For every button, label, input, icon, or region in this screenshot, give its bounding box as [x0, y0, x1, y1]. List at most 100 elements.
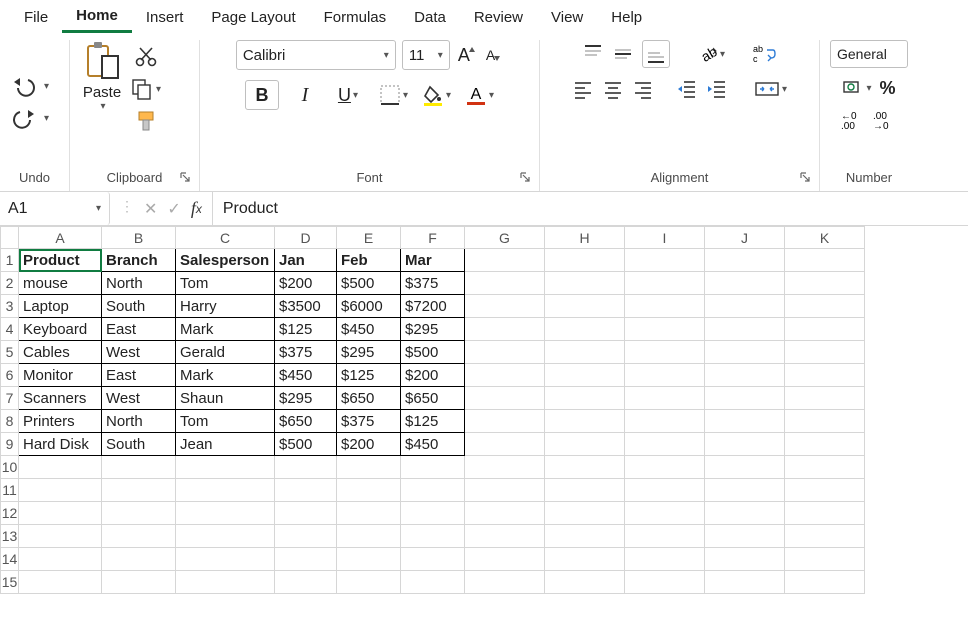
- cell-K1[interactable]: [785, 249, 865, 272]
- cell-B13[interactable]: [102, 525, 176, 548]
- cell-D7[interactable]: $295: [275, 387, 337, 410]
- col-header-I[interactable]: I: [625, 227, 705, 249]
- tab-insert[interactable]: Insert: [132, 5, 198, 32]
- col-header-E[interactable]: E: [337, 227, 401, 249]
- cell-D12[interactable]: [275, 502, 337, 525]
- cell-J4[interactable]: [705, 318, 785, 341]
- format-painter-button[interactable]: [130, 110, 161, 132]
- cell-I8[interactable]: [625, 410, 705, 433]
- increase-indent-button[interactable]: [706, 78, 728, 100]
- cell-C15[interactable]: [176, 571, 275, 594]
- cell-C6[interactable]: Mark: [176, 364, 275, 387]
- cell-I1[interactable]: [625, 249, 705, 272]
- cell-A7[interactable]: Scanners: [19, 387, 102, 410]
- cell-C2[interactable]: Tom: [176, 272, 275, 295]
- row-header-15[interactable]: 15: [1, 571, 19, 594]
- cell-F8[interactable]: $125: [401, 410, 465, 433]
- col-header-B[interactable]: B: [102, 227, 176, 249]
- cell-B4[interactable]: East: [102, 318, 176, 341]
- cell-A5[interactable]: Cables: [19, 341, 102, 364]
- cell-H1[interactable]: [545, 249, 625, 272]
- cell-D13[interactable]: [275, 525, 337, 548]
- tab-view[interactable]: View: [537, 5, 597, 32]
- row-header-14[interactable]: 14: [1, 548, 19, 571]
- row-header-13[interactable]: 13: [1, 525, 19, 548]
- tab-review[interactable]: Review: [460, 5, 537, 32]
- cell-G2[interactable]: [465, 272, 545, 295]
- cell-I13[interactable]: [625, 525, 705, 548]
- cell-G4[interactable]: [465, 318, 545, 341]
- cell-E11[interactable]: [337, 479, 401, 502]
- tab-data[interactable]: Data: [400, 5, 460, 32]
- cell-J8[interactable]: [705, 410, 785, 433]
- cell-D9[interactable]: $500: [275, 433, 337, 456]
- cell-E14[interactable]: [337, 548, 401, 571]
- cell-K13[interactable]: [785, 525, 865, 548]
- cell-K5[interactable]: [785, 341, 865, 364]
- cell-I14[interactable]: [625, 548, 705, 571]
- cell-J11[interactable]: [705, 479, 785, 502]
- cell-B3[interactable]: South: [102, 295, 176, 318]
- cell-C3[interactable]: Harry: [176, 295, 275, 318]
- cell-A12[interactable]: [19, 502, 102, 525]
- cell-H8[interactable]: [545, 410, 625, 433]
- cell-K6[interactable]: [785, 364, 865, 387]
- cell-B2[interactable]: North: [102, 272, 176, 295]
- name-box[interactable]: A1▾: [0, 192, 110, 225]
- cell-I11[interactable]: [625, 479, 705, 502]
- cell-G14[interactable]: [465, 548, 545, 571]
- cell-I12[interactable]: [625, 502, 705, 525]
- paste-dropdown[interactable]: ▾: [98, 101, 105, 112]
- cell-F4[interactable]: $295: [401, 318, 465, 341]
- orientation-button[interactable]: ab▾: [696, 43, 725, 65]
- cell-G9[interactable]: [465, 433, 545, 456]
- cell-H14[interactable]: [545, 548, 625, 571]
- col-header-G[interactable]: G: [465, 227, 545, 249]
- cell-F15[interactable]: [401, 571, 465, 594]
- cell-J3[interactable]: [705, 295, 785, 318]
- clipboard-launcher[interactable]: [177, 169, 193, 185]
- col-header-F[interactable]: F: [401, 227, 465, 249]
- cell-E15[interactable]: [337, 571, 401, 594]
- cell-C7[interactable]: Shaun: [176, 387, 275, 410]
- cell-C1[interactable]: Salesperson: [176, 249, 275, 272]
- cell-C8[interactable]: Tom: [176, 410, 275, 433]
- row-header-1[interactable]: 1: [1, 249, 19, 272]
- cell-G5[interactable]: [465, 341, 545, 364]
- cell-J10[interactable]: [705, 456, 785, 479]
- cell-H10[interactable]: [545, 456, 625, 479]
- cell-C5[interactable]: Gerald: [176, 341, 275, 364]
- col-header-H[interactable]: H: [545, 227, 625, 249]
- row-header-10[interactable]: 10: [1, 456, 19, 479]
- row-header-4[interactable]: 4: [1, 318, 19, 341]
- cell-G11[interactable]: [465, 479, 545, 502]
- cell-C14[interactable]: [176, 548, 275, 571]
- cell-D4[interactable]: $125: [275, 318, 337, 341]
- font-size-select[interactable]: 11▾: [402, 40, 450, 70]
- cell-B6[interactable]: East: [102, 364, 176, 387]
- enter-formula-button[interactable]: ✓: [167, 198, 180, 219]
- cell-E5[interactable]: $295: [337, 341, 401, 364]
- cell-K7[interactable]: [785, 387, 865, 410]
- cell-G13[interactable]: [465, 525, 545, 548]
- cell-K9[interactable]: [785, 433, 865, 456]
- cell-K3[interactable]: [785, 295, 865, 318]
- cell-F3[interactable]: $7200: [401, 295, 465, 318]
- paste-button[interactable]: [80, 40, 124, 84]
- cell-F9[interactable]: $450: [401, 433, 465, 456]
- row-header-11[interactable]: 11: [1, 479, 19, 502]
- cell-E6[interactable]: $125: [337, 364, 401, 387]
- cell-F5[interactable]: $500: [401, 341, 465, 364]
- cell-H4[interactable]: [545, 318, 625, 341]
- cell-E10[interactable]: [337, 456, 401, 479]
- cell-G6[interactable]: [465, 364, 545, 387]
- cell-H3[interactable]: [545, 295, 625, 318]
- col-header-K[interactable]: K: [785, 227, 865, 249]
- cell-D3[interactable]: $3500: [275, 295, 337, 318]
- cell-E1[interactable]: Feb: [337, 249, 401, 272]
- increase-font-button[interactable]: A: [456, 43, 478, 68]
- cell-B12[interactable]: [102, 502, 176, 525]
- cell-K14[interactable]: [785, 548, 865, 571]
- bold-button[interactable]: B: [245, 80, 279, 110]
- cell-D15[interactable]: [275, 571, 337, 594]
